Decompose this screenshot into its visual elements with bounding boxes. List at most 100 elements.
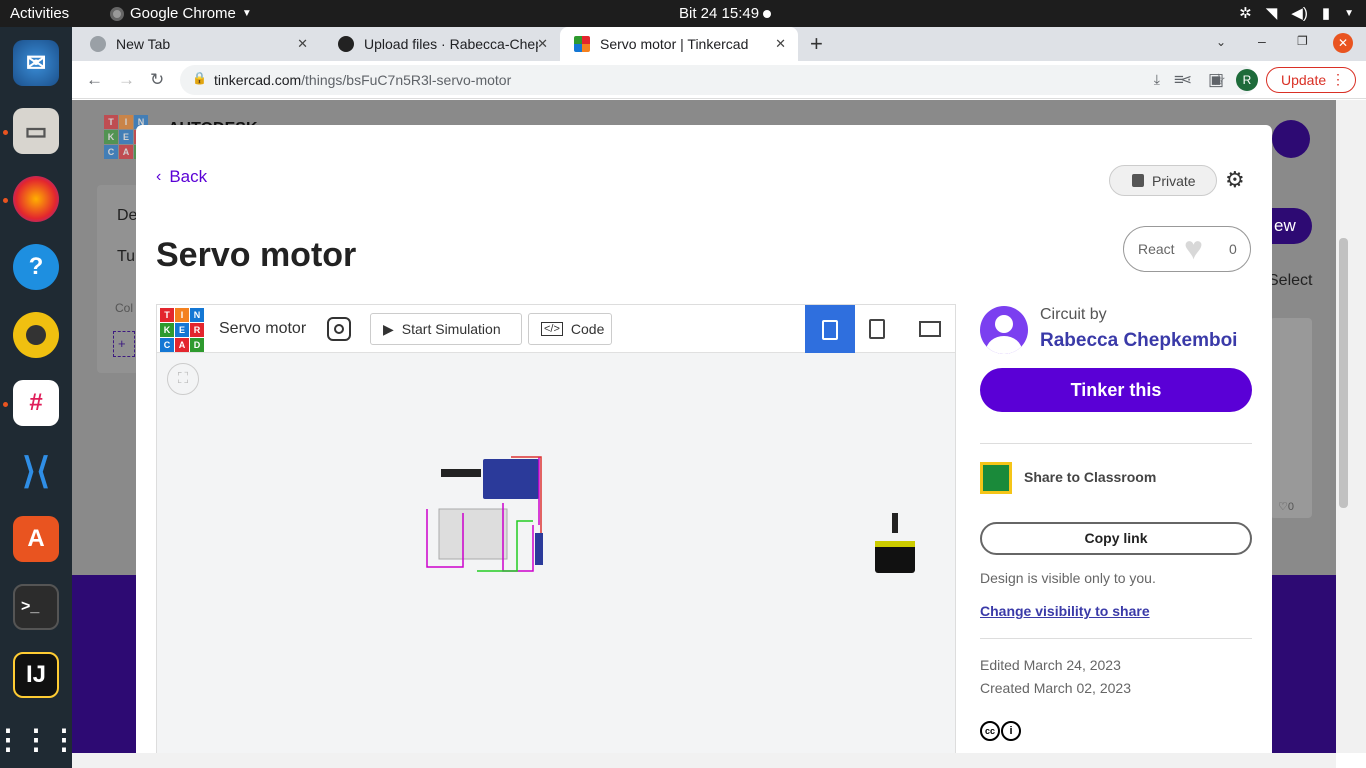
close-icon[interactable]: ✕ bbox=[537, 36, 548, 52]
install-icon[interactable]: ⤓ bbox=[1154, 71, 1160, 88]
start-simulation-button[interactable]: ▶ Start Simulation bbox=[370, 313, 522, 345]
background-select: Select bbox=[1268, 272, 1313, 289]
vertical-scrollbar[interactable] bbox=[1336, 100, 1366, 753]
private-label: Private bbox=[1152, 172, 1196, 189]
address-bar[interactable]: 🔒 tinkercad.com/things/bsFuC7n5R3l-servo… bbox=[180, 65, 1256, 95]
github-icon bbox=[338, 36, 354, 52]
react-count: 0 bbox=[1229, 241, 1237, 257]
tinker-this-button[interactable]: Tinker this bbox=[980, 368, 1252, 412]
lock-icon bbox=[1132, 174, 1144, 187]
circuit-viewer[interactable]: TIN KER CAD Servo motor ▶ Start Simulati… bbox=[156, 304, 956, 753]
background-add-icon: + bbox=[113, 331, 135, 357]
background-new-button: ew bbox=[1272, 208, 1312, 244]
activities-button[interactable]: Activities bbox=[10, 5, 69, 22]
code-icon: </> bbox=[541, 322, 563, 336]
eye-icon[interactable] bbox=[327, 317, 351, 341]
help-icon[interactable]: ? bbox=[13, 244, 59, 290]
change-visibility-link[interactable]: Change visibility to share bbox=[980, 603, 1150, 619]
reading-list-icon[interactable]: ≡ bbox=[1174, 70, 1184, 90]
share-to-classroom-button[interactable]: Share to Classroom bbox=[1024, 469, 1156, 485]
window-close-icon[interactable]: ✕ bbox=[1333, 33, 1353, 53]
notification-dot bbox=[763, 10, 772, 18]
divider bbox=[980, 638, 1252, 639]
horizontal-scrollbar[interactable] bbox=[72, 753, 1336, 768]
more-menu-icon: ⋮ bbox=[1331, 71, 1345, 87]
tab-title: Servo motor | Tinkercad bbox=[600, 36, 749, 52]
volume-icon: ◀) bbox=[1291, 5, 1308, 22]
viewer-toolbar: TIN KER CAD Servo motor ▶ Start Simulati… bbox=[157, 305, 955, 353]
close-icon[interactable]: ✕ bbox=[775, 36, 786, 52]
tab-new-tab[interactable]: New Tab ✕ bbox=[76, 27, 320, 61]
app-store-icon[interactable]: A bbox=[13, 516, 59, 562]
usb-cable bbox=[441, 469, 481, 477]
copy-link-button[interactable]: Copy link bbox=[980, 522, 1252, 555]
settings-gear-icon[interactable]: ⚙ bbox=[1225, 167, 1245, 193]
slack-icon[interactable]: # bbox=[13, 380, 59, 426]
circuit-canvas bbox=[426, 456, 915, 573]
firefox-icon[interactable] bbox=[13, 176, 59, 222]
clock[interactable]: Bit 24 15:49 bbox=[679, 5, 772, 22]
author-link[interactable]: Rabecca Chepkemboi bbox=[1040, 330, 1237, 352]
react-button[interactable]: React ♥ 0 bbox=[1123, 226, 1251, 272]
running-indicator bbox=[3, 402, 8, 407]
google-classroom-icon bbox=[980, 462, 1012, 494]
reload-icon[interactable]: ↻ bbox=[150, 70, 164, 90]
browser-toolbar: ← → ↻ 🔒 tinkercad.com/things/bsFuC7n5R3l… bbox=[72, 61, 1366, 99]
private-button[interactable]: Private bbox=[1109, 165, 1217, 196]
play-icon: ▶ bbox=[383, 320, 394, 337]
maximize-icon[interactable]: ❐ bbox=[1297, 34, 1308, 48]
created-date: Created March 02, 2023 bbox=[980, 680, 1131, 696]
caret-down-icon: ▼ bbox=[241, 8, 252, 19]
breadboard bbox=[438, 508, 508, 560]
minimize-icon[interactable]: – bbox=[1258, 33, 1266, 49]
viewer-title: Servo motor bbox=[219, 320, 307, 337]
terminal-icon[interactable]: >_ bbox=[13, 584, 59, 630]
design-modal: ‹ Back Private ⚙ Servo motor React ♥ 0 T… bbox=[136, 125, 1272, 753]
dock: ✉ ▭ ? # ⟩⟨ A >_ IJ ⋮⋮⋮ bbox=[0, 27, 78, 768]
update-button[interactable]: Update ⋮ bbox=[1266, 67, 1356, 93]
heart-icon: ♥ bbox=[1184, 230, 1203, 266]
page-content: TIN KER CAD AUTODESK De Tu Col + ew Sele… bbox=[72, 100, 1336, 753]
thunderbird-icon[interactable]: ✉ bbox=[13, 40, 59, 86]
side-panel-icon[interactable]: ▣ bbox=[1208, 70, 1224, 90]
background-card: ♡0 bbox=[1270, 318, 1312, 518]
scrollbar-thumb[interactable] bbox=[1339, 238, 1348, 508]
servo-motor bbox=[535, 533, 543, 565]
tinkercad-tab-icon bbox=[574, 36, 590, 52]
visibility-note: Design is visible only to you. bbox=[980, 570, 1156, 586]
tab-search-icon[interactable]: ⌄ bbox=[1216, 35, 1226, 49]
code-button[interactable]: </> Code bbox=[528, 313, 612, 345]
microbit-cable bbox=[892, 513, 898, 533]
back-arrow-icon[interactable]: ← bbox=[86, 70, 103, 90]
chrome-tab-icon bbox=[90, 36, 106, 52]
rhythmbox-icon[interactable] bbox=[13, 312, 59, 358]
lock-icon: 🔒 bbox=[192, 71, 207, 85]
creative-commons-license-icon: cc i bbox=[980, 721, 1021, 741]
intellij-icon[interactable]: IJ bbox=[13, 652, 59, 698]
background-sidebar: De Tu Col + bbox=[97, 185, 139, 373]
slack-tray-icon: ✲ bbox=[1239, 5, 1252, 22]
start-simulation-label: Start Simulation bbox=[401, 321, 501, 337]
tab-servo-motor[interactable]: Servo motor | Tinkercad ✕ bbox=[560, 27, 798, 61]
forward-arrow-icon[interactable]: → bbox=[118, 70, 135, 90]
system-tray[interactable]: ✲ ◥ ◀) ▮ ▼ bbox=[1239, 4, 1354, 22]
close-icon[interactable]: ✕ bbox=[297, 36, 308, 52]
circuit-view-button[interactable] bbox=[805, 305, 855, 353]
profile-avatar[interactable]: R bbox=[1236, 69, 1258, 91]
tab-title: New Tab bbox=[116, 36, 171, 52]
schematic-view-icon[interactable] bbox=[869, 319, 885, 339]
back-label: Back bbox=[169, 167, 208, 186]
component-list-icon[interactable] bbox=[919, 321, 941, 337]
show-apps-icon[interactable]: ⋮⋮⋮ bbox=[0, 716, 78, 762]
running-indicator bbox=[3, 198, 8, 203]
files-icon[interactable]: ▭ bbox=[13, 108, 59, 154]
system-top-bar: Activities Google Chrome ▼ Bit 24 15:49 … bbox=[0, 0, 1366, 27]
back-link[interactable]: ‹ Back bbox=[156, 167, 207, 187]
vscode-icon[interactable]: ⟩⟨ bbox=[13, 448, 59, 494]
app-menu[interactable]: Google Chrome ▼ bbox=[110, 5, 252, 22]
chrome-icon bbox=[110, 6, 124, 21]
tab-title: Upload files · Rabecca-Chepkemboi bbox=[364, 36, 538, 52]
app-name: Google Chrome bbox=[130, 5, 236, 22]
tab-upload-files[interactable]: Upload files · Rabecca-Chepkemboi ✕ bbox=[324, 27, 560, 61]
new-tab-plus-icon[interactable]: + bbox=[810, 31, 823, 57]
